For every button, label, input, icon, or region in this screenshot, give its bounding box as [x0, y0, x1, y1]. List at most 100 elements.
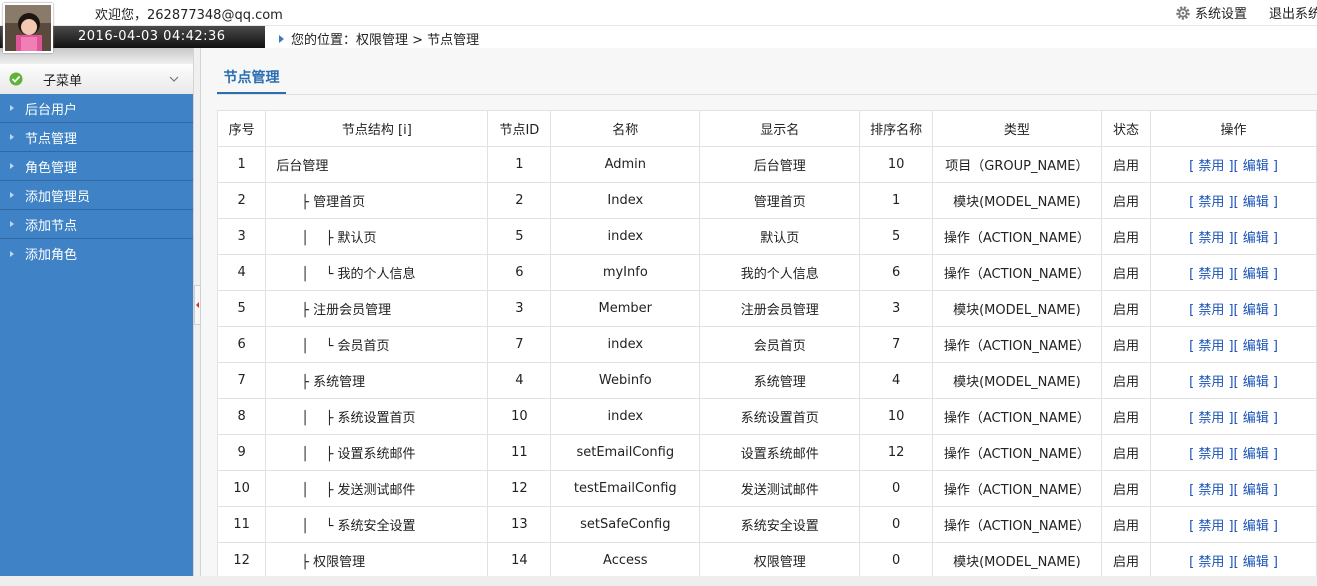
nav-arrow-icon [10, 134, 14, 140]
disable-link[interactable]: [ 禁用 ] [1189, 195, 1233, 210]
disable-link[interactable]: [ 禁用 ] [1189, 339, 1233, 354]
tab-node-management[interactable]: 节点管理 [217, 68, 286, 94]
cell-actions: [ 禁用 ][ 编辑 ] [1150, 398, 1317, 435]
cell-structure: ├ 管理首页 [265, 182, 489, 219]
table-header-row: 序号 节点结构 [i] 节点ID 名称 显示名 排序名称 类型 状态 操作 [216, 110, 1317, 147]
cell-name: setSafeConfig [550, 506, 701, 543]
sidebar-item-add-role[interactable]: 添加角色 [0, 239, 193, 268]
table-row: 9 │ ├ 设置系统邮件 11 setEmailConfig 设置系统邮件 12 操作（A… [216, 434, 1317, 471]
chevron-left-icon [196, 302, 199, 308]
disable-link[interactable]: [ 禁用 ] [1189, 267, 1233, 282]
edit-link[interactable]: [ 编辑 ] [1234, 411, 1278, 426]
cell-actions: [ 禁用 ][ 编辑 ] [1150, 506, 1317, 543]
col-header-seq[interactable]: 序号 [216, 110, 267, 147]
cell-sort: 0 [859, 470, 933, 507]
cell-actions: [ 禁用 ][ 编辑 ] [1150, 254, 1317, 291]
avatar-photo-icon [5, 5, 51, 51]
edit-link[interactable]: [ 编辑 ] [1234, 303, 1278, 318]
logout-link[interactable]: 退出系统 [1265, 3, 1317, 22]
cell-display-name: 系统设置首页 [699, 398, 861, 435]
avatar[interactable] [3, 3, 53, 53]
cell-node-id: 6 [487, 254, 552, 291]
cell-node-id: 13 [487, 506, 552, 543]
cell-sort: 10 [859, 146, 933, 183]
collapse-sidebar-button[interactable] [194, 285, 201, 325]
gear-icon [1176, 5, 1190, 20]
table-row: 5 ├ 注册会员管理 3 Member 注册会员管理 3 模块(MODEL_NAME) 启用… [216, 290, 1317, 327]
edit-link[interactable]: [ 编辑 ] [1234, 447, 1278, 462]
cell-display-name: 设置系统邮件 [699, 434, 861, 471]
edit-link[interactable]: [ 编辑 ] [1234, 159, 1278, 174]
disable-link[interactable]: [ 禁用 ] [1189, 303, 1233, 318]
col-header-status[interactable]: 状态 [1100, 110, 1152, 147]
check-circle-icon [9, 72, 23, 86]
sidebar-item-add-node[interactable]: 添加节点 [0, 210, 193, 239]
cell-structure: │ ├ 设置系统邮件 [265, 434, 489, 471]
table-row: 12 ├ 权限管理 14 Access 权限管理 0 模块(MODEL_NAME) 启用[ … [216, 542, 1317, 579]
col-header-type[interactable]: 类型 [931, 110, 1102, 147]
sidebar-item-node-management[interactable]: 节点管理 [0, 123, 193, 152]
cell-structure: ├ 权限管理 [265, 542, 489, 579]
top-bar: 欢迎您，262877348@qq.com 系统设置 退出系统 [0, 0, 1317, 26]
sidebar-item-role-management[interactable]: 角色管理 [0, 152, 193, 181]
edit-link[interactable]: [ 编辑 ] [1234, 483, 1278, 498]
col-header-structure[interactable]: 节点结构 [i] [265, 110, 489, 147]
edit-link[interactable]: [ 编辑 ] [1234, 519, 1278, 534]
col-header-actions: 操作 [1150, 110, 1317, 147]
col-header-node-id[interactable]: 节点ID [487, 110, 552, 147]
cell-type: 操作（ACTION_NAME） [931, 254, 1102, 291]
disable-link[interactable]: [ 禁用 ] [1189, 519, 1233, 534]
cell-name: Webinfo [550, 362, 701, 399]
edit-link[interactable]: [ 编辑 ] [1234, 231, 1278, 246]
disable-link[interactable]: [ 禁用 ] [1189, 411, 1233, 426]
cell-status: 启用 [1100, 434, 1152, 471]
disable-link[interactable]: [ 禁用 ] [1189, 159, 1233, 174]
settings-link[interactable]: 系统设置 [1175, 3, 1247, 22]
sidebar-item-admin-users[interactable]: 后台用户 [0, 94, 193, 123]
cell-node-id: 11 [487, 434, 552, 471]
cell-node-id: 7 [487, 326, 552, 363]
sidebar-item-add-admin[interactable]: 添加管理员 [0, 181, 193, 210]
disable-link[interactable]: [ 禁用 ] [1189, 447, 1233, 462]
edit-link[interactable]: [ 编辑 ] [1234, 267, 1278, 282]
cell-sort: 0 [859, 506, 933, 543]
col-header-display-name[interactable]: 显示名 [699, 110, 861, 147]
edit-link[interactable]: [ 编辑 ] [1234, 555, 1278, 570]
edit-link[interactable]: [ 编辑 ] [1234, 375, 1278, 390]
top-right-links: 系统设置 退出系统 [1157, 3, 1317, 22]
cell-display-name: 默认页 [699, 218, 861, 255]
edit-link[interactable]: [ 编辑 ] [1234, 339, 1278, 354]
disable-link[interactable]: [ 禁用 ] [1189, 555, 1233, 570]
cell-sort: 0 [859, 542, 933, 579]
disable-link[interactable]: [ 禁用 ] [1189, 483, 1233, 498]
cell-name: Admin [550, 146, 701, 183]
table-row: 8 │ ├ 系统设置首页 10 index 系统设置首页 10 操作（ACTION_NAM… [216, 398, 1317, 435]
cell-type: 操作（ACTION_NAME） [931, 398, 1102, 435]
cell-display-name: 发送测试邮件 [699, 470, 861, 507]
cell-type: 项目（GROUP_NAME） [931, 146, 1102, 183]
edit-link[interactable]: [ 编辑 ] [1234, 195, 1278, 210]
cell-sort: 10 [859, 398, 933, 435]
disable-link[interactable]: [ 禁用 ] [1189, 231, 1233, 246]
cell-display-name: 系统安全设置 [699, 506, 861, 543]
cell-seq: 1 [216, 146, 267, 183]
disable-link[interactable]: [ 禁用 ] [1189, 375, 1233, 390]
sidebar: 子菜单 后台用户 节点管理 角色管理 添加管理员 添加节点 添加角色 [0, 48, 193, 576]
cell-display-name: 会员首页 [699, 326, 861, 363]
submenu-header[interactable]: 子菜单 [0, 48, 193, 94]
cell-structure: ├ 注册会员管理 [265, 290, 489, 327]
cell-seq: 3 [216, 218, 267, 255]
chevron-down-icon[interactable] [169, 76, 179, 82]
sidebar-item-label: 角色管理 [25, 160, 78, 176]
logout-label: 退出系统 [1269, 7, 1317, 22]
col-header-sort[interactable]: 排序名称 [859, 110, 933, 147]
nav-arrow-icon [10, 250, 14, 257]
cell-display-name: 我的个人信息 [699, 254, 861, 291]
cell-type: 操作（ACTION_NAME） [931, 326, 1102, 363]
col-header-name[interactable]: 名称 [550, 110, 701, 147]
cell-actions: [ 禁用 ][ 编辑 ] [1150, 182, 1317, 219]
table-row: 1 后台管理 1 Admin 后台管理 10 项目（GROUP_NAME） 启用[ 禁用 ][… [216, 146, 1317, 183]
cell-status: 启用 [1100, 470, 1152, 507]
cell-name: Index [550, 182, 701, 219]
cell-structure: │ └ 我的个人信息 [265, 254, 489, 291]
